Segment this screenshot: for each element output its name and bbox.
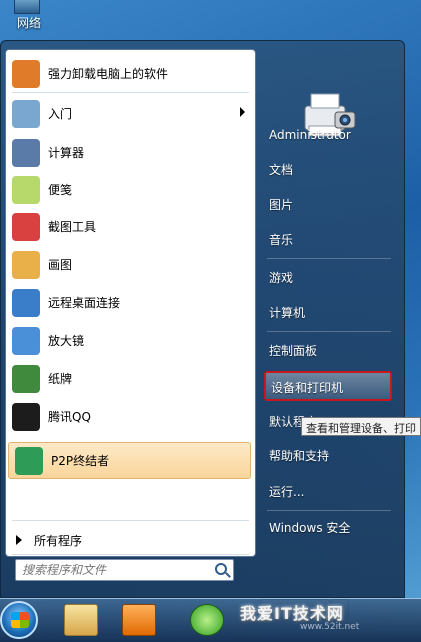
search-input[interactable] bbox=[16, 560, 206, 580]
media-player-icon[interactable] bbox=[122, 604, 156, 636]
divider bbox=[12, 554, 249, 555]
program-item[interactable]: 画图 bbox=[6, 246, 255, 283]
network-label[interactable]: 网络 bbox=[17, 14, 41, 31]
program-item[interactable]: 腾讯QQ bbox=[6, 398, 255, 435]
divider bbox=[12, 520, 249, 521]
program-label: 画图 bbox=[48, 258, 73, 272]
program-item[interactable]: P2P终结者 bbox=[8, 442, 251, 479]
right-menu-item[interactable]: 控制面板 bbox=[264, 336, 392, 366]
program-label: 纸牌 bbox=[48, 372, 73, 386]
search-box[interactable] bbox=[15, 559, 234, 581]
program-label: 远程桌面连接 bbox=[48, 296, 121, 310]
divider bbox=[267, 258, 391, 259]
p2p-icon bbox=[15, 446, 43, 475]
submenu-arrow-icon bbox=[240, 107, 245, 117]
start-button[interactable] bbox=[0, 601, 38, 639]
uninstall-icon bbox=[12, 59, 40, 88]
right-menu-item[interactable]: 游戏 bbox=[264, 263, 392, 293]
program-item[interactable]: 计算器 bbox=[6, 134, 255, 171]
paint-icon bbox=[12, 250, 40, 279]
search-icon[interactable] bbox=[215, 563, 227, 575]
right-menu-item[interactable]: 音乐 bbox=[264, 225, 392, 255]
right-menu-item[interactable]: 帮助和支持 bbox=[264, 441, 392, 471]
programs-panel: 强力卸载电脑上的软件 入门计算器便笺截图工具画图远程桌面连接 放大镜纸牌腾讯QQ P2… bbox=[5, 49, 256, 557]
calculator-icon bbox=[12, 138, 40, 167]
program-label: 入门 bbox=[48, 107, 73, 121]
solitaire-icon bbox=[12, 364, 40, 393]
qq-icon bbox=[12, 402, 40, 431]
program-item[interactable]: 便笺 bbox=[6, 171, 255, 208]
divider bbox=[267, 510, 391, 511]
windows-logo-icon bbox=[11, 612, 29, 628]
right-menu-item[interactable]: Administrator bbox=[264, 120, 392, 150]
program-label: 强力卸载电脑上的软件 bbox=[48, 67, 169, 81]
program-label: 腾讯QQ bbox=[48, 410, 91, 424]
all-programs-item[interactable]: 所有程序 bbox=[6, 528, 255, 552]
program-label: P2P终结者 bbox=[51, 454, 110, 468]
desktop-area: 网络 bbox=[0, 0, 421, 40]
program-label: 便笺 bbox=[48, 183, 73, 197]
program-label: 截图工具 bbox=[48, 220, 97, 234]
all-programs-label: 所有程序 bbox=[34, 533, 83, 548]
network-icon[interactable] bbox=[14, 0, 40, 14]
magnifier-icon bbox=[12, 326, 40, 355]
right-menu-item[interactable]: 计算机 bbox=[264, 298, 392, 328]
program-item[interactable]: 纸牌 bbox=[6, 360, 255, 397]
program-item[interactable]: 强力卸载电脑上的软件 bbox=[6, 55, 255, 92]
program-item[interactable]: 远程桌面连接 bbox=[6, 284, 255, 321]
program-item[interactable]: 入门 bbox=[6, 95, 255, 132]
expand-arrow-icon bbox=[16, 535, 22, 545]
right-menu-item[interactable]: 设备和打印机 bbox=[264, 371, 392, 401]
remote-desktop-icon bbox=[12, 288, 40, 317]
program-item[interactable]: 放大镜 bbox=[6, 322, 255, 359]
right-menu-item[interactable]: Windows 安全 bbox=[264, 513, 392, 543]
right-menu-item[interactable]: 图片 bbox=[264, 190, 392, 220]
tooltip: 查看和管理设备、打印 bbox=[301, 417, 421, 436]
watermark-url: www.52it.net bbox=[300, 622, 360, 632]
start-menu: 强力卸载电脑上的软件 入门计算器便笺截图工具画图远程桌面连接 放大镜纸牌腾讯QQ P2… bbox=[0, 40, 405, 619]
divider bbox=[12, 92, 249, 93]
sticky-notes-icon bbox=[12, 175, 40, 204]
snipping-tool-icon bbox=[12, 212, 40, 241]
explorer-icon[interactable] bbox=[64, 604, 98, 636]
watermark: 我爱IT技术网 bbox=[240, 604, 344, 623]
program-item[interactable]: 截图工具 bbox=[6, 208, 255, 245]
divider bbox=[267, 331, 391, 332]
right-menu-item[interactable]: 文档 bbox=[264, 155, 392, 185]
right-menu-item[interactable]: 运行... bbox=[264, 477, 392, 507]
program-label: 计算器 bbox=[48, 146, 85, 160]
browser-icon[interactable] bbox=[190, 604, 224, 636]
program-label: 放大镜 bbox=[48, 334, 85, 348]
getting-started-icon bbox=[12, 99, 40, 128]
